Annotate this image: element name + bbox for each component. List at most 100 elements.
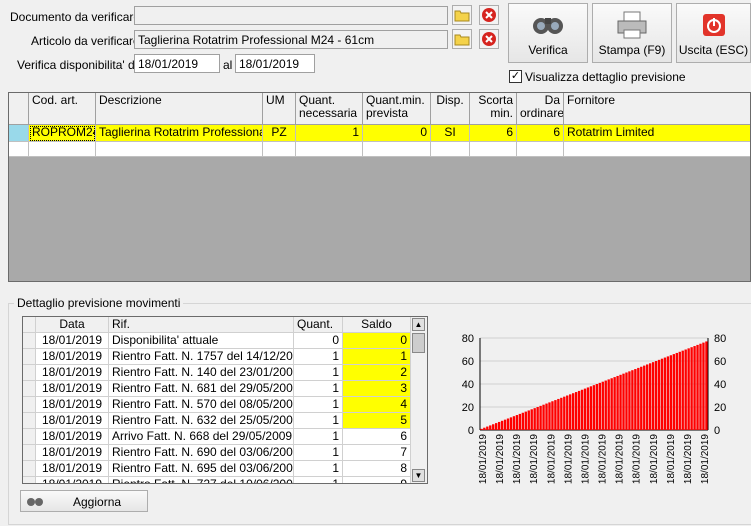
header-um[interactable]: UM <box>263 93 296 125</box>
date-to-field[interactable]: 18/01/2019 <box>235 54 315 73</box>
scroll-thumb[interactable] <box>412 333 425 353</box>
mcell-rif[interactable]: Rientro Fatt. N. 140 del 23/01/200... <box>109 365 294 381</box>
mcell-rif[interactable]: Rientro Fatt. N. 695 del 03/06/200... <box>109 461 294 477</box>
mcell-saldo[interactable]: 1 <box>343 349 411 365</box>
row-indicator[interactable] <box>9 125 29 142</box>
header-disp[interactable]: Disp. <box>431 93 470 125</box>
mcell-data[interactable]: 18/01/2019 <box>36 477 109 483</box>
stampa-button[interactable]: Stampa (F9) <box>592 3 672 63</box>
mcell-saldo[interactable]: 0 <box>343 333 411 349</box>
mrow-indicator[interactable] <box>23 445 36 461</box>
mrow-indicator[interactable] <box>23 381 36 397</box>
clear-documento-button[interactable] <box>479 5 499 25</box>
new-row-cell[interactable] <box>263 142 296 157</box>
mrow-indicator[interactable] <box>23 349 36 365</box>
mrow-indicator[interactable] <box>23 413 36 429</box>
mcell-rif[interactable]: Rientro Fatt. N. 632 del 25/05/200... <box>109 413 294 429</box>
mcell-saldo[interactable]: 2 <box>343 365 411 381</box>
visualizza-checkbox[interactable]: ✓ <box>509 70 522 83</box>
mrow-indicator[interactable] <box>23 397 36 413</box>
documento-field[interactable] <box>134 6 448 25</box>
mheader-data[interactable]: Data <box>36 317 109 333</box>
header-ordinare[interactable]: Da ordinare <box>517 93 564 125</box>
new-row-cell[interactable] <box>470 142 517 157</box>
verifica-button[interactable]: Verifica <box>508 3 588 63</box>
header-cod[interactable]: Cod. art. <box>29 93 96 125</box>
clear-articolo-button[interactable] <box>479 29 499 49</box>
mcell-quant[interactable]: 0 <box>294 333 343 349</box>
mcell-rif[interactable]: Arrivo Fatt. N. 668 del 29/05/2009... <box>109 429 294 445</box>
mcell-rif[interactable]: Disponibilita' attuale <box>109 333 294 349</box>
cell-disp[interactable]: SI <box>431 125 470 142</box>
scroll-up-icon[interactable]: ▲ <box>412 318 425 331</box>
mheader-rif[interactable]: Rif. <box>109 317 294 333</box>
mcell-saldo[interactable]: 8 <box>343 461 411 477</box>
mcell-data[interactable]: 18/01/2019 <box>36 365 109 381</box>
mheader-saldo[interactable]: Saldo <box>343 317 411 333</box>
cell-scorta[interactable]: 6 <box>470 125 517 142</box>
mcell-saldo[interactable]: 9 <box>343 477 411 483</box>
header-quant-necessaria[interactable]: Quant. necessaria <box>296 93 363 125</box>
mcell-saldo[interactable]: 6 <box>343 429 411 445</box>
header-quant-min[interactable]: Quant.min. prevista <box>363 93 431 125</box>
cell-cod[interactable]: ROPROM24 <box>29 125 96 142</box>
mcell-quant[interactable]: 1 <box>294 429 343 445</box>
mrow-indicator[interactable] <box>23 477 36 483</box>
mcell-data[interactable]: 18/01/2019 <box>36 413 109 429</box>
movements-grid[interactable]: Data Rif. Quant. Saldo 18/01/2019 Disponi… <box>22 316 428 484</box>
mcell-data[interactable]: 18/01/2019 <box>36 461 109 477</box>
mcell-rif[interactable]: Rientro Fatt. N. 681 del 29/05/200... <box>109 381 294 397</box>
mcell-quant[interactable]: 1 <box>294 461 343 477</box>
articolo-field[interactable]: Taglierina Rotatrim Professional M24 - 6… <box>134 30 448 49</box>
mcell-quant[interactable]: 1 <box>294 381 343 397</box>
mcell-data[interactable]: 18/01/2019 <box>36 429 109 445</box>
header-scorta[interactable]: Scorta min. <box>470 93 517 125</box>
cell-ordinare[interactable]: 6 <box>517 125 564 142</box>
open-documento-button[interactable] <box>452 5 472 25</box>
new-row-cell[interactable] <box>296 142 363 157</box>
new-row-indicator[interactable] <box>9 142 29 157</box>
new-row-cell[interactable] <box>431 142 470 157</box>
movements-scrollbar[interactable]: ▲ ▼ <box>410 317 427 483</box>
mcell-quant[interactable]: 1 <box>294 477 343 483</box>
aggiorna-button[interactable]: Aggiorna <box>20 490 148 512</box>
mcell-saldo[interactable]: 3 <box>343 381 411 397</box>
new-row-cell[interactable] <box>564 142 750 157</box>
mcell-saldo[interactable]: 5 <box>343 413 411 429</box>
mrow-indicator[interactable] <box>23 429 36 445</box>
mcell-quant[interactable]: 1 <box>294 349 343 365</box>
cell-quant-necessaria[interactable]: 1 <box>296 125 363 142</box>
date-from-field[interactable]: 18/01/2019 <box>134 54 220 73</box>
mcell-data[interactable]: 18/01/2019 <box>36 397 109 413</box>
mrow-indicator[interactable] <box>23 365 36 381</box>
header-fornitore[interactable]: Fornitore <box>564 93 750 125</box>
mcell-quant[interactable]: 1 <box>294 365 343 381</box>
mcell-quant[interactable]: 1 <box>294 445 343 461</box>
header-descrizione[interactable]: Descrizione <box>96 93 263 125</box>
cell-quant-min[interactable]: 0 <box>363 125 431 142</box>
mcell-rif[interactable]: Rientro Fatt. N. 1757 del 14/12/200... <box>109 349 294 365</box>
mcell-data[interactable]: 18/01/2019 <box>36 349 109 365</box>
mcell-rif[interactable]: Rientro Fatt. N. 570 del 08/05/200... <box>109 397 294 413</box>
cell-fornitore[interactable]: Rotatrim Limited <box>564 125 750 142</box>
mrow-indicator[interactable] <box>23 461 36 477</box>
mcell-rif[interactable]: Rientro Fatt. N. 727 del 10/06/200... <box>109 477 294 483</box>
new-row-cell[interactable] <box>363 142 431 157</box>
mcell-quant[interactable]: 1 <box>294 397 343 413</box>
uscita-button[interactable]: Uscita (ESC) <box>676 3 751 63</box>
mcell-data[interactable]: 18/01/2019 <box>36 445 109 461</box>
mrow-indicator[interactable] <box>23 333 36 349</box>
scroll-down-icon[interactable]: ▼ <box>412 469 425 482</box>
mcell-quant[interactable]: 1 <box>294 413 343 429</box>
mheader-quant[interactable]: Quant. <box>294 317 343 333</box>
cell-um[interactable]: PZ <box>263 125 296 142</box>
mcell-data[interactable]: 18/01/2019 <box>36 333 109 349</box>
new-row-cell[interactable] <box>517 142 564 157</box>
mcell-saldo[interactable]: 7 <box>343 445 411 461</box>
new-row-cell[interactable] <box>96 142 263 157</box>
mcell-data[interactable]: 18/01/2019 <box>36 381 109 397</box>
mcell-saldo[interactable]: 4 <box>343 397 411 413</box>
articles-grid[interactable]: Cod. art. Descrizione UM Quant. necessar… <box>8 92 751 282</box>
mcell-rif[interactable]: Rientro Fatt. N. 690 del 03/06/200... <box>109 445 294 461</box>
cell-descrizione[interactable]: Taglierina Rotatrim Professiona... <box>96 125 263 142</box>
